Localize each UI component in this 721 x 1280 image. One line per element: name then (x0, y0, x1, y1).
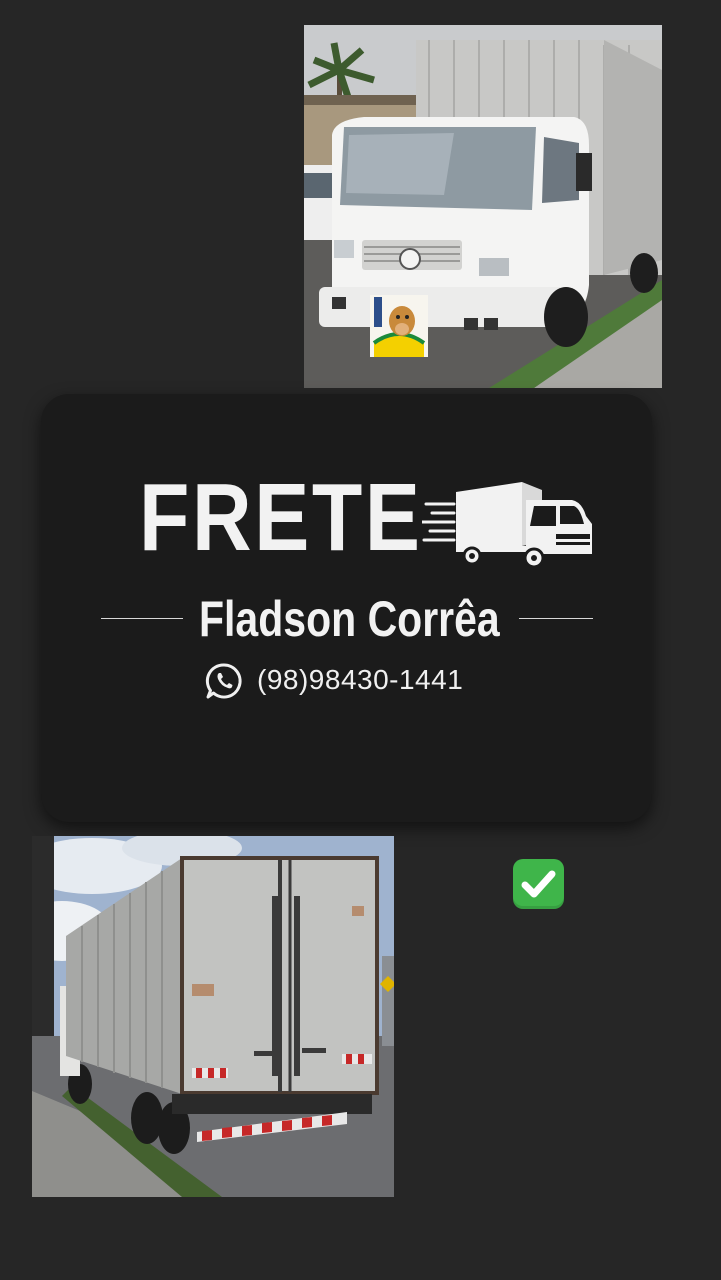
whatsapp-icon[interactable] (205, 662, 243, 704)
service-title: FRETE (139, 464, 423, 571)
owner-name-row: Fladson Corrêa (101, 592, 593, 648)
brand-row: FRETE (139, 466, 609, 574)
phone-row[interactable]: (98)98430-1441 (205, 660, 525, 700)
check-mark-button-emoji (513, 859, 564, 909)
truck-rear-photo (32, 836, 394, 1197)
divider-right (519, 618, 593, 619)
owner-name: Fladson Corrêa (199, 591, 500, 647)
business-card: FRETE Fladson Corrêa (98)98430-1441 (41, 394, 652, 822)
phone-number[interactable]: (98)98430-1441 (257, 664, 463, 696)
truck-front-photo (304, 25, 662, 388)
divider-left (101, 618, 183, 619)
delivery-truck-icon (420, 480, 596, 572)
